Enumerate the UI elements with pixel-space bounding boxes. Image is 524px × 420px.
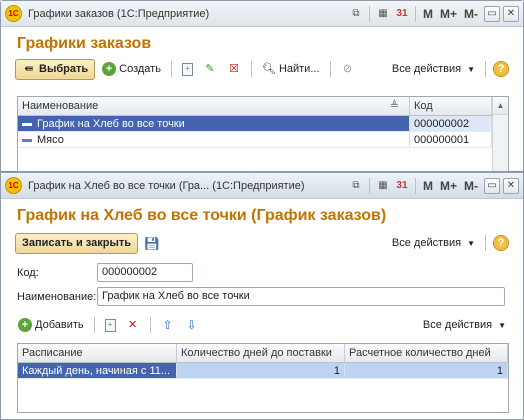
save-button[interactable]: 💾︎ <box>142 233 162 254</box>
sort-icon: ≜ <box>389 100 399 112</box>
calculator-icon[interactable]: ▦ <box>374 5 392 23</box>
close-window-button[interactable]: ✕ <box>503 177 519 194</box>
memory-m-button[interactable]: M <box>420 177 436 195</box>
vertical-scrollbar[interactable]: ▲ <box>492 97 508 171</box>
list-table[interactable]: Наименование ≜ Код График на Хлеб во все… <box>17 96 509 172</box>
edit-button[interactable]: ✎ <box>200 59 220 80</box>
code-label: Код: <box>17 266 39 279</box>
scroll-up-icon[interactable]: ▲ <box>493 97 508 115</box>
window-order-schedule-item: 1С График на Хлеб во все точки (Гра... (… <box>0 172 524 420</box>
schedule-table[interactable]: Расписание Количество дней до поставки Р… <box>17 343 509 413</box>
select-icon: ⇚ <box>24 62 34 75</box>
copy-icon: + <box>181 62 193 76</box>
command-bar: Записать и закрыть 💾︎ Все действия ▼ ? <box>1 231 523 255</box>
save-and-close-button[interactable]: Записать и закрыть <box>15 232 139 254</box>
search-icon: 🔍︎ <box>261 62 276 75</box>
all-actions-menu[interactable]: Все действия ▼ <box>389 233 478 254</box>
add-row-button[interactable]: + Добавить <box>15 315 87 336</box>
item-icon <box>22 138 32 142</box>
copy-button[interactable]: + <box>179 59 196 80</box>
command-bar: ⇚ Выбрать + Создать + ✎ ☒ 🔍︎ Найти... ⊘ … <box>1 57 523 81</box>
table-header: Наименование ≜ Код <box>18 97 508 116</box>
table-all-actions-menu[interactable]: Все действия ▼ <box>420 315 509 336</box>
table-row[interactable]: Каждый день, начиная с 11... 1 1 <box>18 363 508 379</box>
calendar-icon[interactable]: 31 <box>393 5 411 23</box>
chevron-down-icon: ▼ <box>467 238 475 248</box>
memory-minus-button[interactable]: M- <box>461 5 481 23</box>
cancel-search-button[interactable]: ⊘ <box>338 59 358 80</box>
form-title: График на Хлеб во все точки (График зака… <box>17 207 387 224</box>
save-and-close-label: Записать и закрыть <box>22 237 132 249</box>
arrow-down-icon: ⇩ <box>186 318 197 332</box>
add-label: Добавить <box>35 319 84 331</box>
name-field-row: Наименование: График на Хлеб во все точк… <box>17 287 505 306</box>
link-icon[interactable]: ⧉ <box>347 5 365 23</box>
select-button[interactable]: ⇚ Выбрать <box>15 58 96 80</box>
help-icon[interactable]: ? <box>493 61 509 77</box>
all-actions-menu[interactable]: Все действия ▼ <box>389 59 478 80</box>
create-button[interactable]: + Создать <box>99 59 164 80</box>
window-title: Графики заказов (1С:Предприятие) <box>28 7 210 20</box>
close-window-button[interactable]: ✕ <box>503 5 519 22</box>
delete-row-button[interactable]: ✕ <box>123 315 143 336</box>
calendar-icon[interactable]: 31 <box>393 177 411 195</box>
all-actions-label: Все действия <box>391 63 462 75</box>
window-title: График на Хлеб во все точки (Гра... (1С:… <box>28 179 305 192</box>
floppy-disk-icon: 💾︎ <box>143 235 161 251</box>
move-down-button[interactable]: ⇩ <box>182 315 202 336</box>
plus-icon: + <box>102 62 117 76</box>
restore-window-button[interactable]: ▭ <box>484 5 500 22</box>
memory-minus-button[interactable]: M- <box>461 177 481 195</box>
copy-icon: + <box>104 318 116 332</box>
column-header-days-to-delivery[interactable]: Количество дней до поставки <box>177 344 345 362</box>
column-header-code[interactable]: Код <box>410 97 492 115</box>
1c-logo-icon: 1С <box>5 177 22 194</box>
form-title: Графики заказов <box>17 35 152 52</box>
column-header-calculated-days[interactable]: Расчетное количество дней <box>345 344 508 362</box>
create-label: Создать <box>119 63 161 75</box>
column-header-schedule[interactable]: Расписание <box>18 344 177 362</box>
code-input[interactable]: 000000002 <box>97 263 193 282</box>
calculator-icon[interactable]: ▦ <box>374 177 392 195</box>
1c-logo-icon: 1С <box>5 5 22 22</box>
memory-plus-button[interactable]: M+ <box>437 5 460 23</box>
chevron-down-icon: ▼ <box>467 64 475 74</box>
table-header: Расписание Количество дней до поставки Р… <box>18 344 508 363</box>
arrow-up-icon: ⇧ <box>162 318 173 332</box>
link-icon[interactable]: ⧉ <box>347 177 365 195</box>
column-header-name[interactable]: Наименование ≜ <box>18 97 410 115</box>
copy-row-button[interactable]: + <box>102 315 119 336</box>
plus-icon: + <box>18 318 32 332</box>
table-row[interactable]: График на Хлеб во все точки 000000002 <box>18 116 508 132</box>
restore-window-button[interactable]: ▭ <box>484 177 500 194</box>
memory-m-button[interactable]: M <box>420 5 436 23</box>
window-order-schedules-list: 1С Графики заказов (1С:Предприятие) ⧉ ▦ … <box>0 0 524 172</box>
find-button[interactable]: 🔍︎ Найти... <box>259 59 323 80</box>
move-up-button[interactable]: ⇧ <box>158 315 178 336</box>
name-input[interactable]: График на Хлеб во все точки <box>97 287 505 306</box>
help-icon[interactable]: ? <box>493 235 509 251</box>
table-all-actions-label: Все действия <box>422 319 493 331</box>
table-command-bar: + Добавить + ✕ ⇧ ⇩ Все действия ▼ <box>1 313 523 337</box>
chevron-down-icon: ▼ <box>498 320 506 330</box>
titlebar[interactable]: 1С Графики заказов (1С:Предприятие) ⧉ ▦ … <box>1 1 523 27</box>
item-icon <box>22 122 32 126</box>
all-actions-label: Все действия <box>391 237 462 249</box>
code-field-row: Код: 000000002 <box>17 263 193 282</box>
memory-plus-button[interactable]: M+ <box>437 177 460 195</box>
pencil-icon: ✎ <box>205 62 215 75</box>
titlebar[interactable]: 1С График на Хлеб во все точки (Гра... (… <box>1 173 523 199</box>
delete-mark-button[interactable]: ☒ <box>224 59 244 80</box>
name-label: Наименование: <box>17 290 97 303</box>
delete-icon: ✕ <box>128 318 138 331</box>
table-row[interactable]: Мясо 000000001 <box>18 132 508 148</box>
select-label: Выбрать <box>39 63 89 75</box>
find-label: Найти... <box>278 63 320 75</box>
delete-icon: ☒ <box>229 62 239 75</box>
search-cancel-icon: ⊘ <box>342 62 353 75</box>
